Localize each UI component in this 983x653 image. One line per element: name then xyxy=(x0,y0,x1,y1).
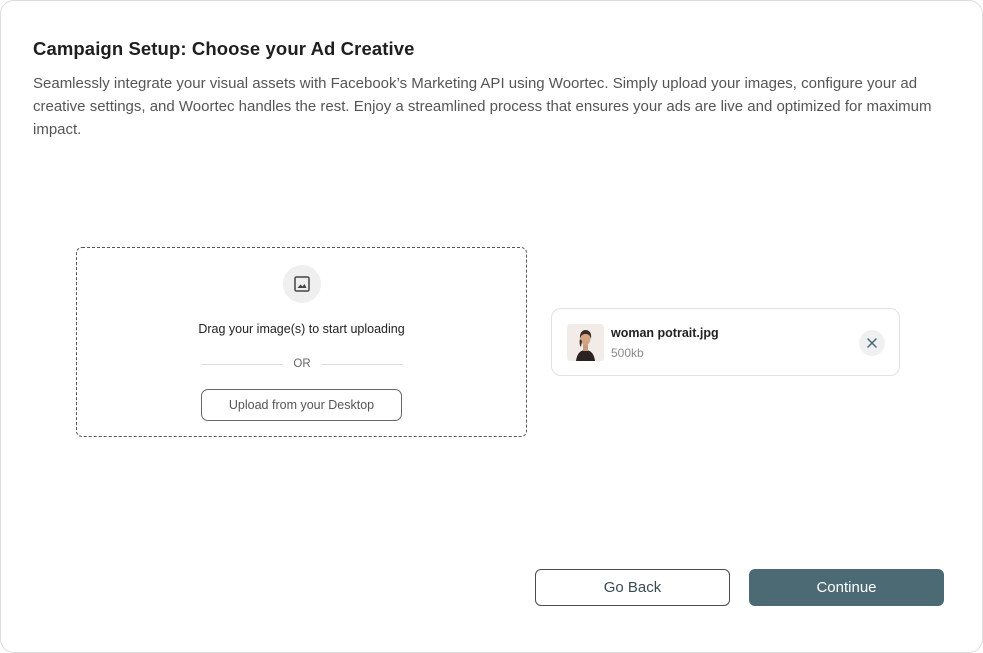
file-name: woman potrait.jpg xyxy=(611,326,719,340)
campaign-setup-card: Campaign Setup: Choose your Ad Creative … xyxy=(0,0,983,653)
page-description: Seamlessly integrate your visual assets … xyxy=(33,75,932,138)
or-divider: OR xyxy=(201,356,403,372)
image-thumbnail xyxy=(567,324,604,361)
image-icon xyxy=(283,265,321,303)
or-label: OR xyxy=(293,358,311,370)
image-dropzone[interactable]: Drag your image(s) to start uploading OR… xyxy=(76,247,527,437)
page-title: Campaign Setup: Choose your Ad Creative xyxy=(33,38,415,59)
file-size: 500kb xyxy=(611,346,644,360)
drag-instruction: Drag your image(s) to start uploading xyxy=(198,322,405,336)
go-back-button[interactable]: Go Back xyxy=(535,569,730,606)
close-icon xyxy=(867,338,877,348)
continue-button[interactable]: Continue xyxy=(749,569,944,606)
upload-from-desktop-button[interactable]: Upload from your Desktop xyxy=(201,389,402,421)
remove-file-button[interactable] xyxy=(859,330,885,356)
uploaded-file-item: woman potrait.jpg 500kb xyxy=(551,308,900,376)
